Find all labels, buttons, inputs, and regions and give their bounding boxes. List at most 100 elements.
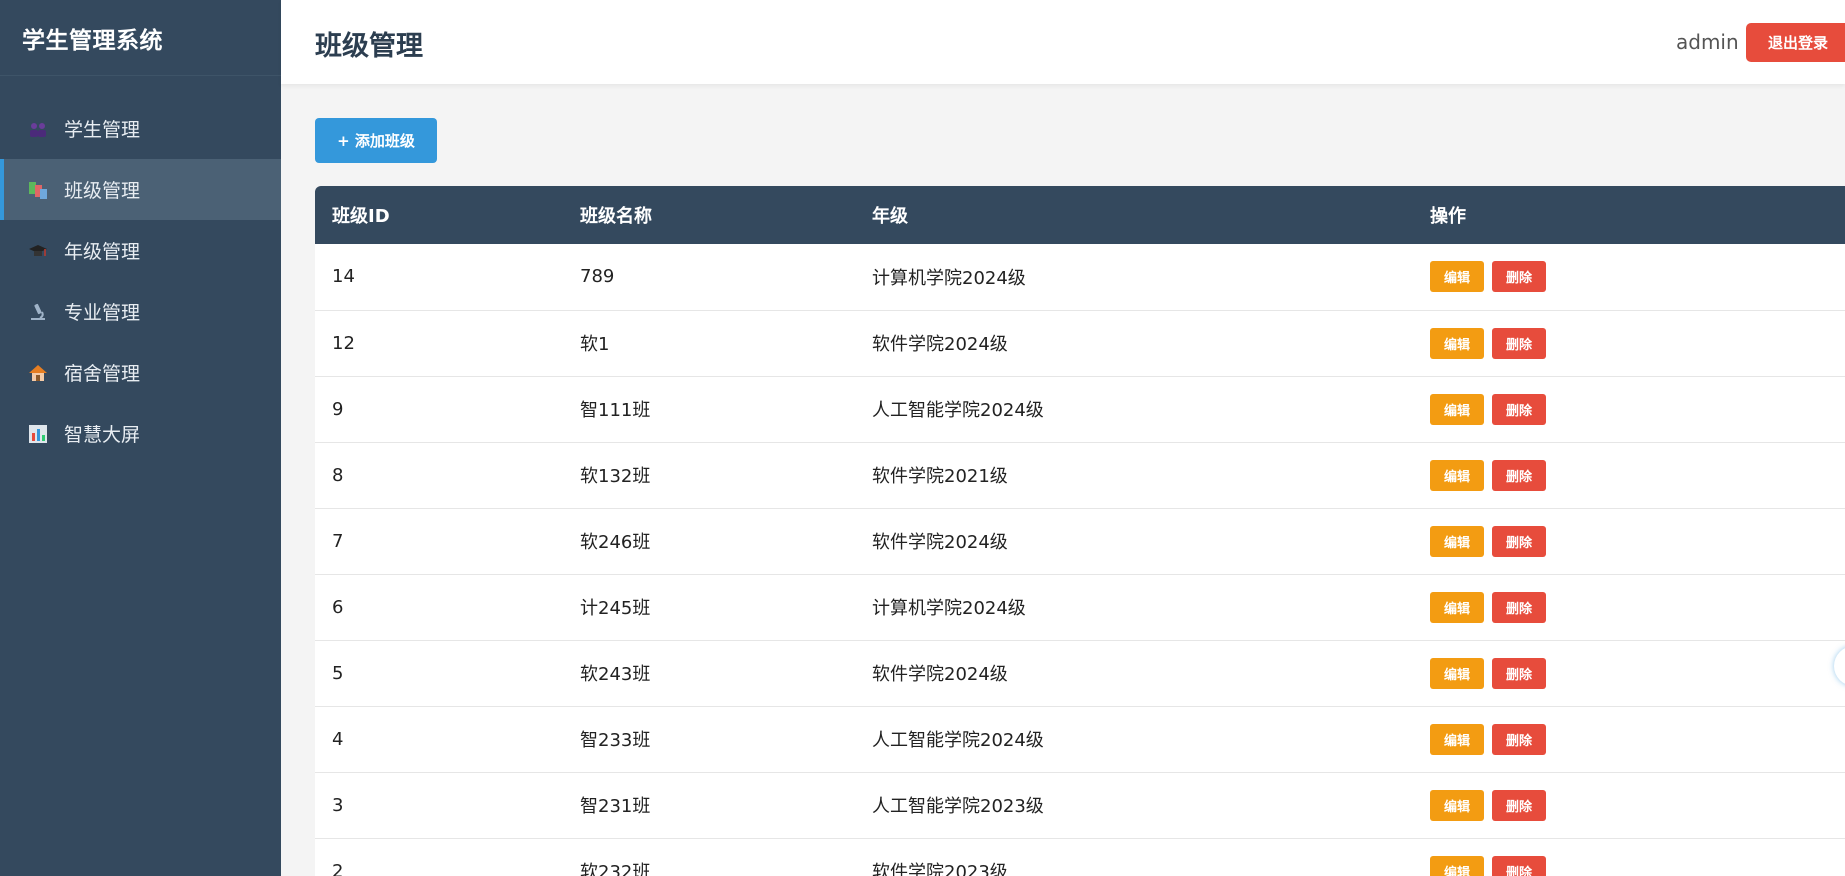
cell-grade: 软件学院2024级 (872, 664, 1008, 685)
edit-button[interactable]: 编辑 (1430, 723, 1484, 755)
cell-grade: 人工智能学院2024级 (872, 400, 1044, 421)
cell-name: 计245班 (580, 598, 651, 619)
delete-button[interactable]: 删除 (1492, 855, 1546, 876)
table-row: 2 软232班 软件学院2023级 编辑 删除 (315, 838, 1845, 876)
cell-id: 9 (332, 398, 344, 420)
cell-id: 6 (332, 596, 344, 618)
edit-button[interactable]: 编辑 (1430, 459, 1484, 491)
edit-button[interactable]: 编辑 (1430, 657, 1484, 689)
cell-actions: 编辑 删除 (1413, 838, 1845, 876)
cell-id: 7 (332, 530, 344, 552)
sidebar-item-majors[interactable]: 专业管理 (0, 281, 281, 342)
edit-button[interactable]: 编辑 (1430, 789, 1484, 821)
table-row: 9 智111班 人工智能学院2024级 编辑 删除 (315, 376, 1845, 442)
delete-button[interactable]: 删除 (1492, 657, 1546, 689)
cell-grade: 计算机学院2024级 (872, 598, 1026, 619)
cell-id: 4 (332, 728, 344, 750)
cell-actions: 编辑 删除 (1413, 574, 1845, 640)
table-row: 14 789 计算机学院2024级 编辑 删除 (315, 244, 1845, 310)
cell-name: 智111班 (580, 400, 651, 421)
sidebar-item-label: 班级管理 (64, 180, 141, 202)
cell-actions: 编辑 删除 (1413, 706, 1845, 772)
cell-name: 软232班 (580, 862, 651, 876)
delete-button[interactable]: 删除 (1492, 393, 1546, 425)
top-header: 班级管理 admin 退出登录 (281, 0, 1845, 84)
sidebar-item-students[interactable]: 学生管理 (0, 98, 281, 159)
app-brand: 学生管理系统 (0, 0, 281, 76)
page-title: 班级管理 (315, 31, 423, 62)
cell-grade: 软件学院2023级 (872, 862, 1008, 876)
cell-id: 3 (332, 794, 344, 816)
add-class-button[interactable]: + 添加班级 (315, 118, 437, 163)
cell-name: 软132班 (580, 466, 651, 487)
cell-id: 8 (332, 464, 344, 486)
cell-grade: 计算机学院2024级 (872, 267, 1026, 289)
graduation-cap-icon (28, 241, 48, 261)
cell-grade: 人工智能学院2024级 (872, 730, 1044, 751)
class-table: 班级ID 班级名称 年级 操作 14 789 计算机学院2024级 编辑 删除 1… (315, 186, 1845, 876)
bar-chart-icon (28, 424, 48, 444)
delete-button[interactable]: 删除 (1492, 459, 1546, 491)
table-row: 3 智231班 人工智能学院2023级 编辑 删除 (315, 772, 1845, 838)
cell-name: 智231班 (580, 796, 651, 817)
cell-grade: 软件学院2021级 (872, 466, 1008, 487)
cell-name: 智233班 (580, 730, 651, 751)
edit-button[interactable]: 编辑 (1430, 393, 1484, 425)
sidebar-item-label: 智慧大屏 (64, 424, 141, 446)
cell-actions: 编辑 删除 (1413, 244, 1845, 310)
column-header-actions: 操作 (1430, 206, 1466, 227)
table-row: 12 软1 软件学院2024级 编辑 删除 (315, 310, 1845, 376)
current-user: admin (1676, 30, 1739, 54)
edit-button[interactable]: 编辑 (1430, 327, 1484, 359)
table-row: 6 计245班 计算机学院2024级 编辑 删除 (315, 574, 1845, 640)
sidebar-item-dashboard[interactable]: 智慧大屏 (0, 403, 281, 464)
cell-name: 软246班 (580, 532, 651, 553)
sidebar-item-classes[interactable]: 班级管理 (0, 159, 281, 220)
sidebar-nav: 学生管理 班级管理 年级管理 专业管理 宿舍管理 智慧大屏 (0, 98, 281, 464)
table-row: 4 智233班 人工智能学院2024级 编辑 删除 (315, 706, 1845, 772)
cell-grade: 人工智能学院2023级 (872, 796, 1044, 817)
cell-grade: 软件学院2024级 (872, 532, 1008, 553)
logout-button[interactable]: 退出登录 (1746, 23, 1845, 62)
edit-button[interactable]: 编辑 (1430, 261, 1484, 293)
students-icon (28, 119, 48, 139)
delete-button[interactable]: 删除 (1492, 723, 1546, 755)
sidebar-item-label: 年级管理 (64, 241, 141, 263)
column-header-id: 班级ID (332, 206, 390, 227)
edit-button[interactable]: 编辑 (1430, 855, 1484, 876)
cell-grade: 软件学院2024级 (872, 334, 1008, 355)
cell-actions: 编辑 删除 (1413, 508, 1845, 574)
cell-id: 14 (332, 266, 355, 288)
cell-id: 12 (332, 332, 355, 354)
microscope-icon (28, 302, 48, 322)
cell-actions: 编辑 删除 (1413, 772, 1845, 838)
sidebar-item-grades[interactable]: 年级管理 (0, 220, 281, 281)
cell-actions: 编辑 删除 (1413, 376, 1845, 442)
sidebar-item-label: 宿舍管理 (64, 363, 141, 385)
sidebar: 学生管理系统 学生管理 班级管理 年级管理 专业管理 宿舍管理 智慧大屏 (0, 0, 281, 876)
cell-actions: 编辑 删除 (1413, 310, 1845, 376)
delete-button[interactable]: 删除 (1492, 327, 1546, 359)
house-icon (28, 363, 48, 383)
cell-actions: 编辑 删除 (1413, 442, 1845, 508)
edit-button[interactable]: 编辑 (1430, 591, 1484, 623)
table-row: 8 软132班 软件学院2021级 编辑 删除 (315, 442, 1845, 508)
cell-name: 789 (580, 266, 615, 288)
sidebar-item-dorms[interactable]: 宿舍管理 (0, 342, 281, 403)
delete-button[interactable]: 删除 (1492, 525, 1546, 557)
sidebar-item-label: 学生管理 (64, 119, 141, 141)
cell-actions: 编辑 删除 (1413, 640, 1845, 706)
table-row: 7 软246班 软件学院2024级 编辑 删除 (315, 508, 1845, 574)
delete-button[interactable]: 删除 (1492, 261, 1546, 293)
table-row: 5 软243班 软件学院2024级 编辑 删除 (315, 640, 1845, 706)
delete-button[interactable]: 删除 (1492, 789, 1546, 821)
cell-name: 软243班 (580, 664, 651, 685)
column-header-name: 班级名称 (580, 206, 652, 227)
cell-id: 5 (332, 662, 344, 684)
sidebar-item-label: 专业管理 (64, 302, 141, 324)
table-header-row: 班级ID 班级名称 年级 操作 (315, 186, 1845, 244)
column-header-grade: 年级 (872, 206, 908, 227)
delete-button[interactable]: 删除 (1492, 591, 1546, 623)
cell-name: 软1 (580, 334, 610, 355)
edit-button[interactable]: 编辑 (1430, 525, 1484, 557)
